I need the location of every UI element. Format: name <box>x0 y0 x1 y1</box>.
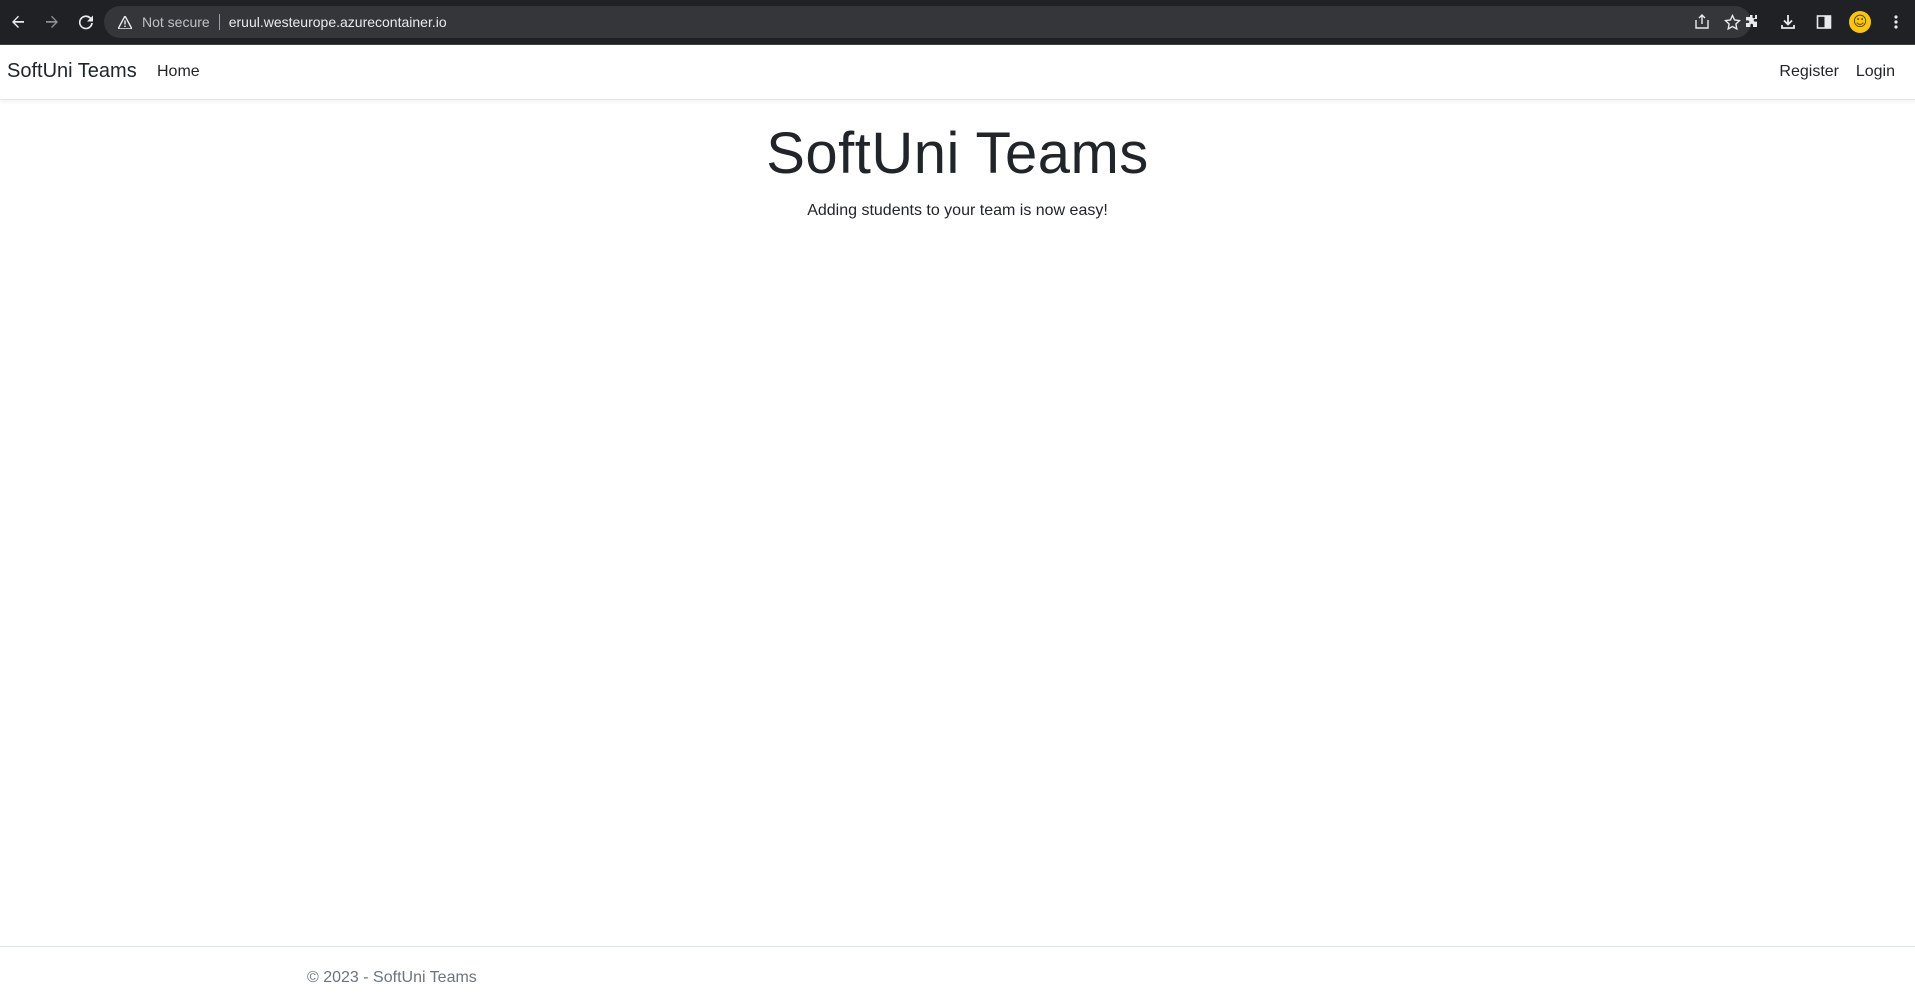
back-icon[interactable] <box>2 6 34 38</box>
warning-triangle-icon[interactable] <box>116 13 134 31</box>
puzzle-icon[interactable] <box>1741 11 1763 33</box>
profile-avatar-icon[interactable]: ☺ <box>1849 11 1871 33</box>
footer-copyright: © 2023 - SoftUni Teams <box>307 969 477 986</box>
hero-section: SoftUni Teams Adding students to your te… <box>0 118 1915 220</box>
address-separator <box>218 14 220 30</box>
address-bar-actions <box>1694 6 1741 38</box>
toolbar-actions: ☺ <box>1741 6 1907 38</box>
address-bar[interactable]: Not secure eruul.westeurope.azurecontain… <box>104 6 1751 38</box>
page-footer: © 2023 - SoftUni Teams <box>0 946 1915 1007</box>
forward-icon[interactable] <box>36 6 68 38</box>
kebab-menu-icon[interactable] <box>1885 11 1907 33</box>
url-text[interactable]: eruul.westeurope.azurecontainer.io <box>229 14 447 30</box>
security-status[interactable]: Not secure <box>142 14 210 30</box>
site-navbar: SoftUni Teams Home Register Login <box>0 45 1915 100</box>
side-panel-icon[interactable] <box>1813 11 1835 33</box>
reload-icon[interactable] <box>70 6 102 38</box>
navbar-brand-link[interactable]: SoftUni Teams <box>7 60 137 83</box>
page-subtitle: Adding students to your team is now easy… <box>807 202 1108 219</box>
browser-toolbar: Not secure eruul.westeurope.azurecontain… <box>0 0 1915 44</box>
page-title: SoftUni Teams <box>766 121 1149 186</box>
nav-link-home[interactable]: Home <box>157 63 200 81</box>
share-icon[interactable] <box>1694 14 1710 30</box>
nav-link-login[interactable]: Login <box>1856 63 1895 81</box>
nav-link-register[interactable]: Register <box>1779 63 1839 81</box>
star-icon[interactable] <box>1724 13 1741 31</box>
download-icon[interactable] <box>1777 11 1799 33</box>
